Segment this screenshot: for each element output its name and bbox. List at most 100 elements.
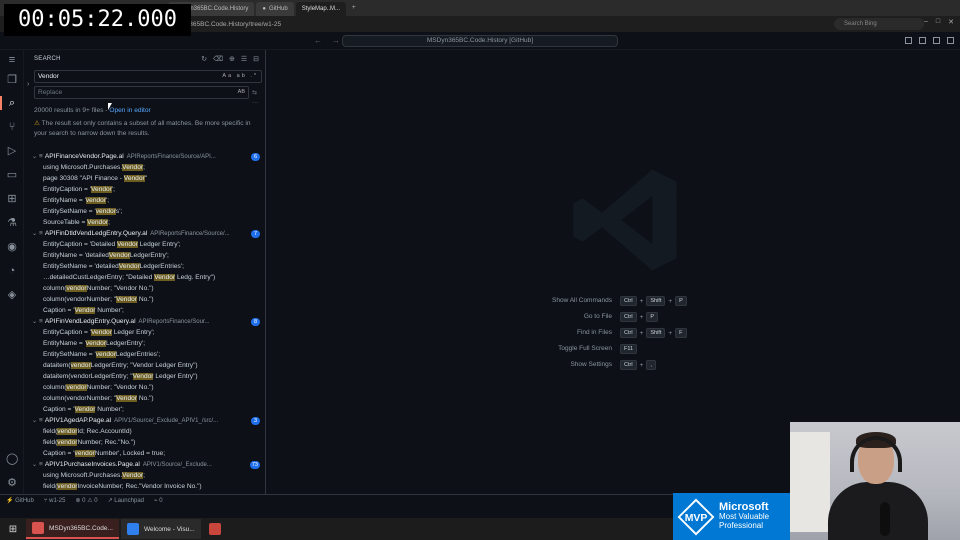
result-match[interactable]: column(vendorNumber; "Vendor No.") bbox=[24, 393, 265, 404]
result-match[interactable]: using Microsoft.Purchases.Vendor; bbox=[24, 470, 265, 481]
match-prefix: EntityCaption = ' bbox=[43, 329, 91, 336]
replace-input[interactable]: Replace AB bbox=[34, 86, 249, 99]
toggle-replace-icon[interactable]: › bbox=[27, 81, 29, 88]
result-match[interactable]: field(vendorInvoiceNumber; Rec."Vendor I… bbox=[24, 481, 265, 492]
search-input[interactable]: Vendor Aa ab .* bbox=[34, 70, 262, 83]
open-in-editor-link[interactable]: Open in editor bbox=[109, 107, 150, 114]
result-match[interactable]: …detailedCustLedgerEntry; "Detailed Vend… bbox=[24, 272, 265, 283]
result-match[interactable]: EntitySetName = 'vendorLedgerEntries'; bbox=[24, 349, 265, 360]
result-match[interactable]: column(vendorNumber; "Vendor No.") bbox=[24, 283, 265, 294]
replace-all-icon[interactable]: ⇆ bbox=[252, 89, 257, 96]
back-icon[interactable]: ← bbox=[314, 36, 322, 45]
shortcut-keys: Ctrl + Shift + P bbox=[620, 296, 687, 306]
preserve-case-option[interactable]: AB bbox=[238, 87, 245, 98]
browser-tab[interactable]: ● GitHub bbox=[256, 2, 294, 16]
result-match[interactable]: Caption = 'Vendor Number'; bbox=[24, 404, 265, 415]
launchpad-indicator[interactable]: ↗ Launchpad bbox=[108, 497, 144, 504]
search-icon[interactable]: ⌕ bbox=[6, 97, 18, 109]
forward-icon[interactable]: → bbox=[332, 36, 340, 45]
bing-search-input[interactable]: Search Bing bbox=[834, 18, 924, 30]
chevron-down-icon[interactable]: ⌄ bbox=[32, 418, 37, 424]
remote-indicator[interactable]: ⚡ GitHub bbox=[6, 497, 34, 504]
shortcut-row[interactable]: Toggle Full Screen F11 bbox=[540, 344, 720, 354]
result-file[interactable]: ⌄ ≡ APIV1PurchaseInvoices.Page.al APIV1/Sou… bbox=[24, 459, 265, 470]
toggle-secondary-sidebar-icon[interactable] bbox=[933, 37, 940, 44]
clear-results-icon[interactable]: ⌫ bbox=[213, 55, 223, 63]
gear-icon[interactable]: ⚙ bbox=[6, 477, 18, 489]
result-file-path: APIReportsFinance/Source/API... bbox=[126, 154, 216, 160]
result-file[interactable]: ⌄ ≡ APIFinanceVendor.Page.al APIReportsFina… bbox=[24, 151, 265, 162]
result-file[interactable]: ⌄ ≡ APIFinDtldVendLedgEntry.Query.al APIRep… bbox=[24, 228, 265, 239]
close-icon[interactable]: ✕ bbox=[948, 18, 954, 26]
new-search-editor-icon[interactable]: ⊕ bbox=[229, 55, 235, 63]
source-control-icon[interactable]: ⑂ bbox=[6, 121, 18, 133]
github-icon[interactable]: ◉ bbox=[6, 241, 18, 253]
result-match[interactable]: dataitem(vendorLedgerEntry; "Vendor Ledg… bbox=[24, 371, 265, 382]
result-match[interactable]: EntityName = 'vendor'; bbox=[24, 195, 265, 206]
timeline-icon[interactable]: ◔ bbox=[6, 265, 18, 277]
testing-icon[interactable]: ⚗ bbox=[6, 217, 18, 229]
refresh-icon[interactable]: ↻ bbox=[201, 55, 207, 63]
account-icon[interactable]: ◯ bbox=[6, 453, 18, 465]
result-match[interactable]: field(vendorId; Rec.AccountId) bbox=[24, 426, 265, 437]
shortcut-keys: F11 bbox=[620, 344, 638, 354]
result-match[interactable]: EntityName = 'detailedVendorLedgerEntry'… bbox=[24, 250, 265, 261]
result-match[interactable]: EntitySetName = 'detailedVendorLedgerEnt… bbox=[24, 261, 265, 272]
shortcut-keys: Ctrl +, bbox=[620, 360, 656, 370]
search-options[interactable]: Aa ab .* bbox=[222, 71, 258, 82]
ports-indicator[interactable]: ⌁ 0 bbox=[154, 497, 163, 504]
shortcut-row[interactable]: Show Settings Ctrl +, bbox=[540, 360, 720, 370]
menu-icon[interactable]: ≡ bbox=[6, 54, 18, 66]
result-file[interactable]: ⌄ ≡ APIV1AgedAP.Page.al APIV1/Source/_Exclu… bbox=[24, 415, 265, 426]
shortcut-row[interactable]: Show All Commands Ctrl + Shift + P bbox=[540, 296, 720, 306]
layout-controls bbox=[905, 37, 954, 44]
toggle-panel-icon[interactable] bbox=[919, 37, 926, 44]
view-as-tree-icon[interactable]: ☰ bbox=[241, 55, 247, 63]
result-match[interactable]: SourceTable = Vendor; bbox=[24, 217, 265, 228]
collapse-all-icon[interactable]: ⊟ bbox=[253, 55, 259, 63]
explorer-icon[interactable]: ❐ bbox=[6, 74, 18, 86]
branch-indicator[interactable]: ⑂ w1-25 bbox=[44, 498, 66, 504]
result-match[interactable]: EntitySetName = 'vendors'; bbox=[24, 206, 265, 217]
chevron-down-icon[interactable]: ⌄ bbox=[32, 462, 37, 468]
start-icon[interactable]: ⊞ bbox=[0, 524, 26, 535]
taskbar-app-vscode[interactable]: Welcome - Visu... bbox=[120, 519, 201, 539]
customize-layout-icon[interactable] bbox=[947, 37, 954, 44]
taskbar-app-other[interactable] bbox=[203, 519, 227, 539]
maximize-icon[interactable]: □ bbox=[936, 18, 940, 26]
browser-tab[interactable]: StyleMap..M... bbox=[295, 2, 347, 16]
result-match[interactable]: column(vendorNumber; "Vendor No.") bbox=[24, 294, 265, 305]
new-tab-icon[interactable]: + bbox=[352, 5, 356, 11]
chevron-down-icon[interactable]: ⌄ bbox=[32, 154, 37, 160]
result-match[interactable]: using Microsoft.Purchases.Vendor; bbox=[24, 162, 265, 173]
result-match[interactable]: Caption = 'vendorNumber', Locked = true; bbox=[24, 448, 265, 459]
result-match[interactable]: EntityName = 'vendorLedgerEntry'; bbox=[24, 338, 265, 349]
shortcut-row[interactable]: Find in Files Ctrl + Shift + F bbox=[540, 328, 720, 338]
run-debug-icon[interactable]: ▷ bbox=[6, 145, 18, 157]
chevron-down-icon[interactable]: ⌄ bbox=[32, 231, 37, 237]
result-match[interactable]: column(vendorNumber; "Vendor No.") bbox=[24, 382, 265, 393]
result-match[interactable]: page 30308 "API Finance - Vendor" bbox=[24, 173, 265, 184]
more-options-icon[interactable]: ··· bbox=[252, 100, 258, 106]
shortcut-row[interactable]: Go to File Ctrl + P bbox=[540, 312, 720, 322]
taskbar-app-label: Welcome - Visu... bbox=[143, 525, 195, 533]
result-file[interactable]: ⌄ ≡ APIFinVendLedgEntry.Query.al APIReports… bbox=[24, 316, 265, 327]
match-highlight: Vendor bbox=[91, 329, 112, 336]
result-match[interactable]: EntityCaption = 'Detailed Vendor Ledger … bbox=[24, 239, 265, 250]
problems-indicator[interactable]: ⊗ 0 ⚠ 0 bbox=[75, 497, 97, 504]
extensions-icon[interactable]: ⊞ bbox=[6, 193, 18, 205]
command-center[interactable]: MSDyn365BC.Code.History [GitHub] bbox=[342, 35, 618, 47]
file-icon: ≡ bbox=[39, 417, 43, 424]
keyboard-key: Shift bbox=[646, 328, 666, 338]
result-match[interactable]: field(vendorNumber; Rec."No.") bbox=[24, 437, 265, 448]
result-match[interactable]: dataitem(vendorLedgerEntry; "Vendor Ledg… bbox=[24, 360, 265, 371]
docker-icon[interactable]: ◈ bbox=[6, 289, 18, 301]
result-match[interactable]: EntityCaption = 'Vendor'; bbox=[24, 184, 265, 195]
result-match[interactable]: Caption = 'Vendor Number'; bbox=[24, 305, 265, 316]
result-match[interactable]: EntityCaption = 'Vendor Ledger Entry'; bbox=[24, 327, 265, 338]
taskbar-app-browser[interactable]: MSDyn365BC.Code... bbox=[26, 519, 119, 539]
minimize-icon[interactable]: – bbox=[924, 18, 928, 26]
chevron-down-icon[interactable]: ⌄ bbox=[32, 319, 37, 325]
toggle-sidebar-icon[interactable] bbox=[905, 37, 912, 44]
remote-explorer-icon[interactable]: ▭ bbox=[6, 169, 18, 181]
